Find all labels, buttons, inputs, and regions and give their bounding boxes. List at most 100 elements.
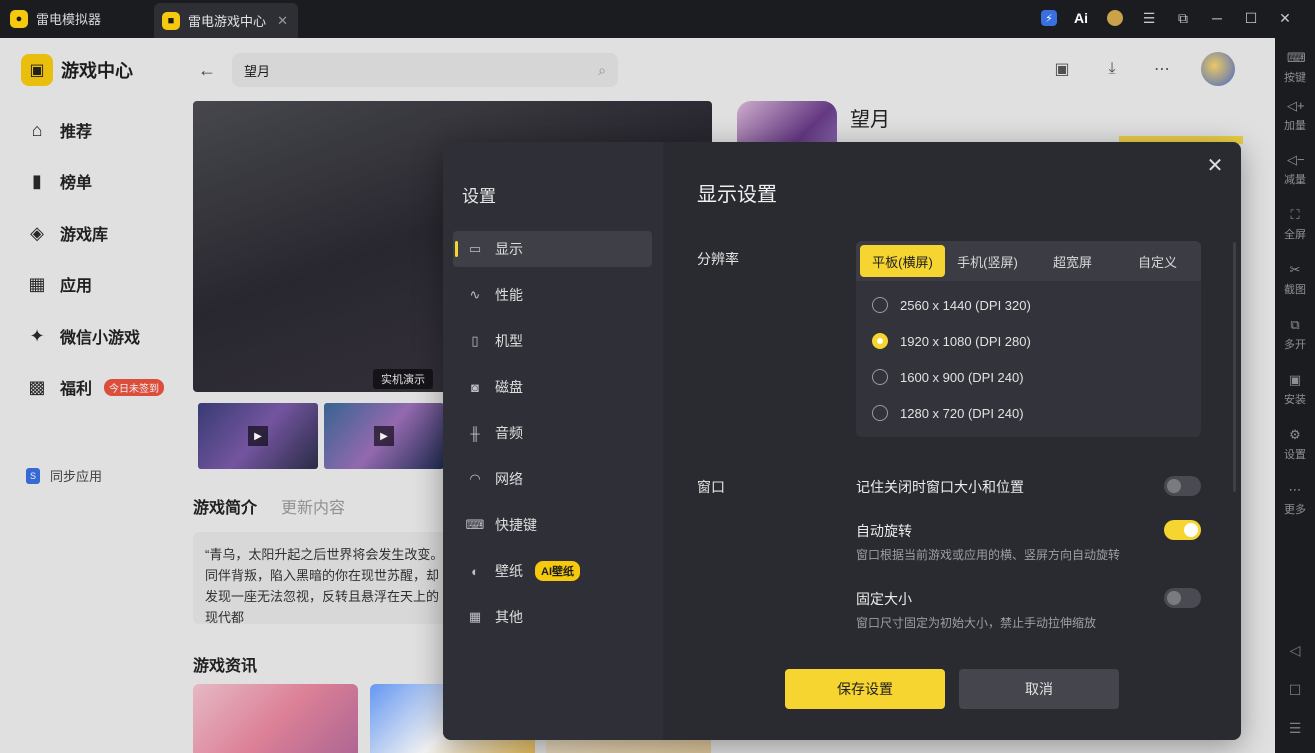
volume-down-icon: ◁−: [1287, 152, 1305, 167]
game-center-main: ▣ 游戏中心 ⌂ 推荐 ▮ 榜单 ◈ 游戏库 ▦ 应用 ✦ 微信小游戏 ▩ 福利…: [0, 38, 1275, 753]
cancel-button[interactable]: 取消: [959, 669, 1119, 709]
minimize-icon[interactable]: ─: [1207, 8, 1227, 28]
tab-label: 雷电游戏中心: [188, 14, 267, 29]
settings-dialog: 设置 ▭ 显示 ∿ 性能 ▯ 机型 ◙ 磁盘 ╫ 音频 ◠ 网络 ⌨ 快捷键 ◐…: [443, 142, 1241, 740]
gear-icon: ⚙: [1289, 427, 1301, 442]
radio-button[interactable]: [872, 405, 888, 421]
nav-recent-icon[interactable]: ☰: [1288, 720, 1302, 737]
toolbar-fullscreen[interactable]: ⛶ 全屏: [1275, 207, 1315, 242]
bolt-icon[interactable]: ⚡: [1041, 10, 1057, 26]
toolbar-label: 按键: [1284, 72, 1306, 84]
toolbar-label: 全屏: [1284, 229, 1306, 241]
nav-label: 磁盘: [495, 379, 523, 395]
nav-back-icon[interactable]: ◁: [1288, 642, 1302, 659]
close-icon[interactable]: ✕: [1275, 8, 1295, 28]
resolution-tabs: 平板(横屏) 手机(竖屏) 超宽屏 自定义: [856, 241, 1201, 281]
resolution-option-label: 1600 x 900 (DPI 240): [900, 369, 1024, 385]
resolution-option[interactable]: 1600 x 900 (DPI 240): [872, 369, 1024, 385]
toolbar-settings[interactable]: ⚙ 设置: [1275, 427, 1315, 462]
toolbar-label: 多开: [1284, 339, 1306, 351]
fixed-size-desc: 窗口尺寸固定为初始大小，禁止手动拉伸缩放: [856, 616, 1097, 630]
resolution-option-label: 1280 x 720 (DPI 240): [900, 405, 1024, 421]
tab-phone-portrait[interactable]: 手机(竖屏): [945, 245, 1030, 277]
settings-title: 设置: [462, 187, 496, 206]
resolution-label: 分辨率: [697, 251, 739, 267]
resolution-option[interactable]: 1920 x 1080 (DPI 280): [872, 333, 1031, 349]
settings-nav-network[interactable]: ◠ 网络: [453, 461, 652, 497]
resolution-panel: 平板(横屏) 手机(竖屏) 超宽屏 自定义 2560 x 1440 (DPI 3…: [856, 241, 1201, 437]
ai-icon[interactable]: Ai: [1071, 8, 1091, 28]
nav-label: 性能: [495, 287, 523, 303]
wifi-icon: ◠: [469, 471, 481, 486]
tab-custom[interactable]: 自定义: [1115, 245, 1200, 277]
fixed-size-title: 固定大小: [856, 591, 912, 607]
nav-home-icon[interactable]: ☐: [1288, 682, 1302, 699]
toolbar-label: 设置: [1284, 449, 1306, 461]
settings-nav-audio[interactable]: ╫ 音频: [453, 415, 652, 451]
multi-instance-icon: ⧉: [1290, 317, 1300, 332]
settings-nav-performance[interactable]: ∿ 性能: [453, 277, 652, 313]
nav-label: 显示: [495, 241, 523, 257]
apk-install-icon: ▣: [1288, 372, 1302, 387]
toolbar-label: 更多: [1284, 504, 1306, 516]
toolbar-label: 安装: [1284, 394, 1306, 406]
nav-label: 网络: [495, 471, 523, 487]
toolbar-volume-up[interactable]: ◁+ 加量: [1275, 98, 1315, 133]
menu-icon[interactable]: ☰: [1139, 8, 1159, 28]
tab-game-center[interactable]: ■ 雷电游戏中心 ✕: [154, 3, 298, 38]
title-bar: ● 雷电模拟器 ■ 雷电游戏中心 ✕ ⚡ Ai ☰ ⧉ ─ ☐ ✕: [0, 0, 1315, 38]
volume-up-icon: ◁+: [1287, 98, 1305, 113]
toolbar-install[interactable]: ▣ 安装: [1275, 372, 1315, 407]
toolbar-volume-down[interactable]: ◁− 减量: [1275, 152, 1315, 187]
settings-nav-shortcuts[interactable]: ⌨ 快捷键: [453, 507, 652, 543]
settings-nav: 设置 ▭ 显示 ∿ 性能 ▯ 机型 ◙ 磁盘 ╫ 音频 ◠ 网络 ⌨ 快捷键 ◐…: [443, 142, 663, 740]
toolbar-more[interactable]: ⋯ 更多: [1275, 482, 1315, 517]
auto-rotate-toggle[interactable]: [1164, 520, 1201, 540]
maximize-icon[interactable]: ☐: [1241, 8, 1261, 28]
toolbar-screenshot[interactable]: ✂ 截图: [1275, 262, 1315, 297]
keyboard-icon: ⌨: [465, 517, 485, 532]
coin-icon[interactable]: [1105, 8, 1125, 28]
settings-nav-display[interactable]: ▭ 显示: [453, 231, 652, 267]
toolbar-keymap[interactable]: ⌨ 按键: [1275, 50, 1315, 85]
audio-icon: ╫: [470, 425, 480, 441]
tab-close-icon[interactable]: ✕: [277, 13, 288, 29]
monitor-icon: ▭: [468, 241, 482, 256]
resolution-option-label: 1920 x 1080 (DPI 280): [900, 333, 1031, 349]
toolbar-label: 减量: [1284, 174, 1306, 186]
resolution-option[interactable]: 2560 x 1440 (DPI 320): [872, 297, 1031, 313]
settings-scrollbar[interactable]: [1233, 242, 1236, 492]
palette-icon: ◐: [471, 563, 479, 579]
fixed-size-toggle[interactable]: [1164, 588, 1201, 608]
toolbar-label: 加量: [1284, 120, 1306, 132]
coin-shape: [1107, 10, 1123, 26]
nav-label: 其他: [495, 609, 523, 625]
radio-button-selected[interactable]: [872, 333, 888, 349]
game-center-logo-icon: ■: [162, 11, 180, 30]
radio-button[interactable]: [872, 297, 888, 313]
app-name: 雷电模拟器: [36, 12, 102, 27]
settings-nav-wallpaper[interactable]: ◐ 壁纸 AI壁纸: [453, 553, 652, 589]
nav-label: 音频: [495, 425, 523, 441]
toolbar-multi-instance[interactable]: ⧉ 多开: [1275, 317, 1315, 352]
tab-ultrawide[interactable]: 超宽屏: [1030, 245, 1115, 277]
settings-nav-model[interactable]: ▯ 机型: [453, 323, 652, 359]
settings-nav-other[interactable]: ▦ 其他: [453, 599, 652, 635]
app-logo-icon: ●: [10, 9, 28, 28]
radio-button[interactable]: [872, 369, 888, 385]
tab-tablet-landscape[interactable]: 平板(横屏): [860, 245, 945, 277]
remember-window-title: 记住关闭时窗口大小和位置: [856, 479, 1024, 495]
settings-nav-disk[interactable]: ◙ 磁盘: [453, 369, 652, 405]
screen-icon[interactable]: ⧉: [1173, 8, 1193, 28]
save-settings-button[interactable]: 保存设置: [785, 669, 945, 709]
phone-icon: ▯: [471, 333, 479, 348]
more-icon: ⋯: [1288, 482, 1302, 497]
nav-label: 机型: [495, 333, 523, 349]
disk-icon: ◙: [471, 379, 479, 395]
grid-icon: ▦: [468, 609, 482, 624]
resolution-option[interactable]: 1280 x 720 (DPI 240): [872, 405, 1024, 421]
resolution-option-label: 2560 x 1440 (DPI 320): [900, 297, 1031, 313]
remember-window-toggle[interactable]: [1164, 476, 1201, 496]
dialog-close-icon[interactable]: ✕: [1205, 156, 1225, 176]
ai-wallpaper-badge: AI壁纸: [535, 561, 580, 581]
